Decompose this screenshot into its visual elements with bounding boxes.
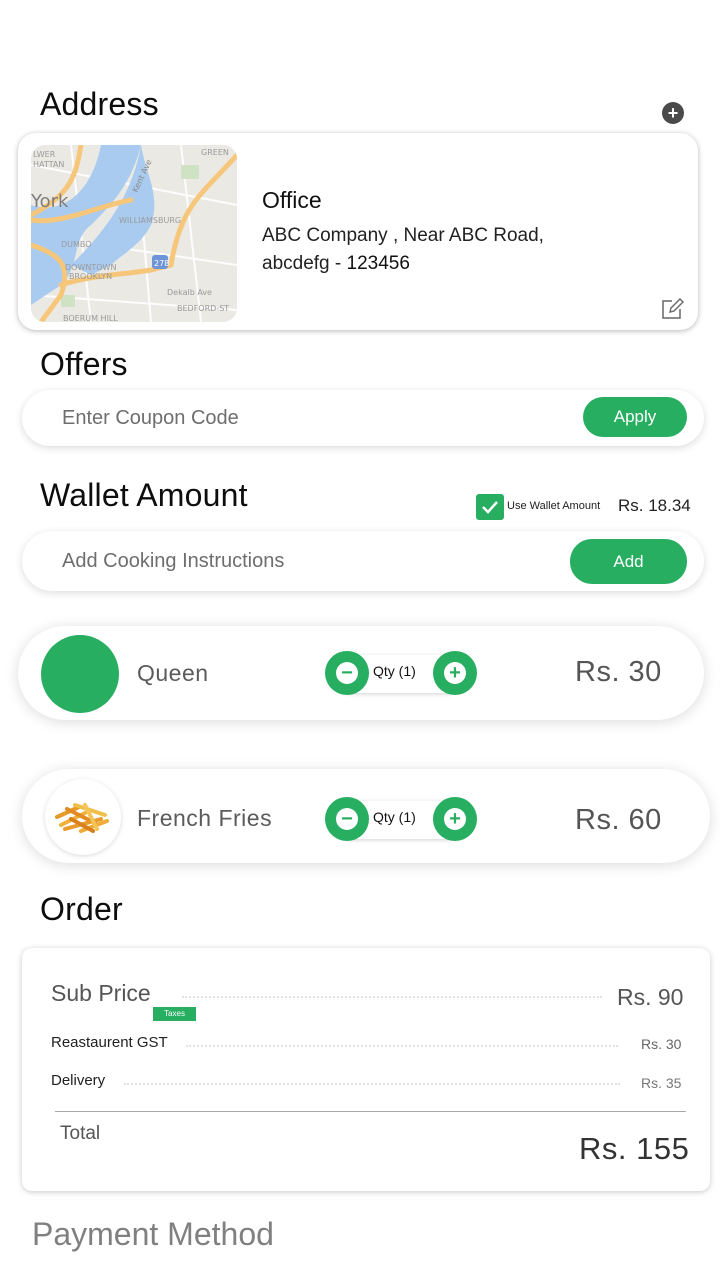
sub-price-label: Sub Price: [51, 980, 151, 1006]
svg-text:BROOKLYN: BROOKLYN: [69, 272, 112, 281]
address-line-2: abcdefg - 123456: [262, 253, 410, 275]
qty-label: Qty (1): [373, 663, 416, 679]
edit-icon: [662, 298, 684, 319]
total-value: Rs. 155: [579, 1131, 690, 1166]
wallet-amount: Rs. 18.34: [618, 496, 691, 515]
svg-text:WILLIAMSBURG: WILLIAMSBURG: [119, 216, 181, 225]
item-name: French Fries: [137, 805, 273, 831]
qty-label: Qty (1): [373, 809, 416, 825]
svg-text:HATTAN: HATTAN: [33, 160, 64, 169]
increase-qty-button[interactable]: +: [433, 651, 477, 695]
svg-text:GREEN: GREEN: [201, 148, 229, 157]
coupon-field: Apply: [22, 390, 704, 446]
svg-text:LWER: LWER: [33, 150, 56, 159]
svg-text:BEDFORD-ST: BEDFORD-ST: [177, 304, 229, 313]
total-label: Total: [60, 1123, 101, 1144]
add-address-button[interactable]: +: [662, 102, 684, 124]
use-wallet-label: Use Wallet Amount: [507, 500, 601, 512]
plus-icon: +: [444, 662, 466, 684]
item-price: Rs. 30: [575, 656, 662, 688]
plus-circle-icon: +: [667, 103, 679, 123]
use-wallet-checkbox[interactable]: [476, 494, 504, 520]
address-label: Office: [262, 187, 322, 213]
minus-icon: −: [336, 808, 358, 830]
taxes-badge: Taxes: [153, 1007, 196, 1021]
svg-text:Dekalb Ave: Dekalb Ave: [167, 288, 212, 297]
quantity-stepper: − Qty (1) +: [325, 797, 477, 841]
minus-icon: −: [336, 662, 358, 684]
address-line-1: ABC Company , Near ABC Road,: [262, 225, 544, 246]
gst-label: Reastaurent GST: [51, 1034, 168, 1051]
apply-coupon-button[interactable]: Apply: [583, 397, 687, 437]
svg-text:BOERUM HILL: BOERUM HILL: [63, 314, 118, 322]
cooking-instructions-input[interactable]: [62, 531, 482, 591]
map-thumbnail: 278 LWER HATTAN GREEN WILLIAMSBURG DUMBO …: [31, 145, 237, 322]
payment-method-title: Payment Method: [32, 1216, 274, 1252]
sub-price-value: Rs. 90: [617, 984, 684, 1010]
checkmark-icon: [482, 501, 498, 514]
item-name: Queen: [137, 660, 209, 686]
divider: [55, 1111, 686, 1112]
item-image: [41, 635, 119, 713]
svg-text:York: York: [31, 191, 69, 212]
french-fries-image: [55, 803, 109, 833]
increase-qty-button[interactable]: +: [433, 797, 477, 841]
gst-value: Rs. 30: [641, 1036, 682, 1052]
cart-item: French Fries − Qty (1) + Rs. 60: [22, 769, 710, 863]
order-title: Order: [40, 891, 123, 927]
plus-icon: +: [444, 808, 466, 830]
svg-text:DUMBO: DUMBO: [61, 240, 92, 249]
address-pincode: 123456: [346, 253, 410, 274]
svg-text:278: 278: [154, 259, 169, 268]
delivery-label: Delivery: [51, 1072, 106, 1089]
address-line-2-prefix: abcdefg -: [262, 253, 347, 274]
wallet-title: Wallet Amount: [40, 477, 248, 513]
offers-title: Offers: [40, 346, 128, 382]
item-image: [45, 779, 121, 855]
delivery-value: Rs. 35: [641, 1075, 682, 1091]
address-title: Address: [40, 86, 159, 122]
decrease-qty-button[interactable]: −: [325, 797, 369, 841]
item-price: Rs. 60: [575, 804, 662, 836]
cart-item: Queen − Qty (1) + Rs. 30: [18, 626, 704, 720]
edit-address-button[interactable]: [660, 297, 686, 321]
cooking-instructions-field: Add: [22, 531, 704, 591]
address-card[interactable]: 278 LWER HATTAN GREEN WILLIAMSBURG DUMBO …: [18, 133, 698, 330]
svg-text:DOWNTOWN: DOWNTOWN: [65, 263, 116, 272]
quantity-stepper: − Qty (1) +: [325, 651, 477, 695]
add-instructions-button[interactable]: Add: [570, 539, 687, 584]
decrease-qty-button[interactable]: −: [325, 651, 369, 695]
map-image: 278 LWERHATTAN GREEN WILLIAMSBURG DUMBO …: [31, 145, 237, 322]
coupon-input[interactable]: [62, 390, 482, 446]
